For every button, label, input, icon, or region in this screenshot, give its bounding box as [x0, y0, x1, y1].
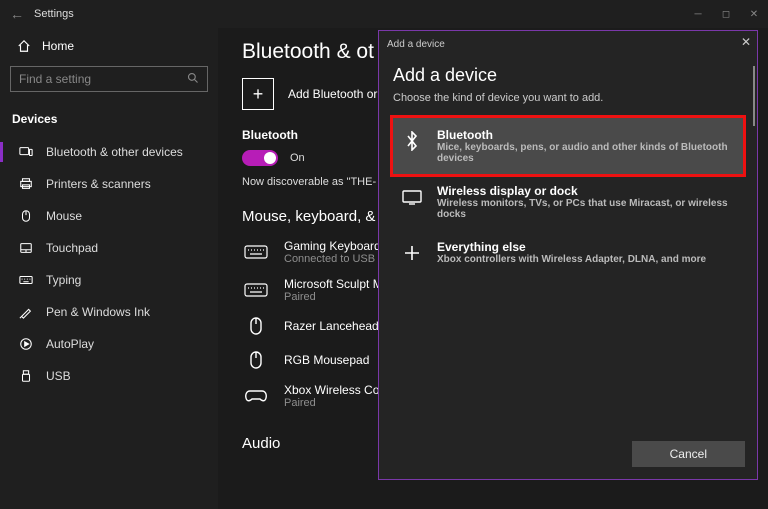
devices-icon: [18, 144, 34, 160]
gamepad-icon: [242, 385, 270, 407]
keyboard-icon: [18, 272, 34, 288]
sidebar-item-printers[interactable]: Printers & scanners: [10, 168, 208, 200]
device-name: Razer Lancehead: [284, 319, 379, 333]
sidebar-item-touchpad[interactable]: Touchpad: [10, 232, 208, 264]
dialog-caption: Add a device: [379, 31, 757, 57]
bluetooth-icon: [401, 130, 423, 152]
sidebar-item-label: Touchpad: [46, 241, 98, 255]
dialog-heading: Add a device: [393, 65, 743, 86]
mouse-icon: [242, 315, 270, 337]
keyboard-icon: [242, 241, 270, 263]
plus-icon: +: [242, 78, 274, 110]
dialog-subheading: Choose the kind of device you want to ad…: [393, 92, 743, 104]
mouse-icon: [242, 349, 270, 371]
device-status: Paired: [284, 397, 393, 409]
bluetooth-state: On: [290, 152, 305, 164]
option-everything-else[interactable]: Everything elseXbox controllers with Wir…: [393, 230, 743, 275]
sidebar-item-autoplay[interactable]: AutoPlay: [10, 328, 208, 360]
home-icon: [16, 38, 32, 54]
device-name: Xbox Wireless Contr: [284, 383, 393, 397]
printer-icon: [18, 176, 34, 192]
sidebar-item-label: USB: [46, 369, 71, 383]
add-device-label: Add Bluetooth or: [288, 87, 377, 101]
keyboard-icon: [242, 279, 270, 301]
sidebar-item-typing[interactable]: Typing: [10, 264, 208, 296]
home-link[interactable]: Home: [10, 30, 208, 62]
sidebar-group-label: Devices: [10, 108, 208, 136]
option-desc: Mice, keyboards, pens, or audio and othe…: [437, 142, 735, 164]
touchpad-icon: [18, 240, 34, 256]
home-label: Home: [42, 39, 74, 53]
sidebar-item-label: AutoPlay: [46, 337, 94, 351]
sidebar: Home Find a setting Devices Bluetooth & …: [0, 28, 218, 509]
device-name: RGB Mousepad: [284, 353, 369, 367]
back-icon[interactable]: ←: [6, 6, 28, 22]
search-placeholder: Find a setting: [19, 72, 91, 86]
dialog-close-button[interactable]: ✕: [741, 35, 751, 49]
cancel-button[interactable]: Cancel: [632, 441, 745, 467]
titlebar: ← Settings: [0, 0, 768, 28]
sidebar-item-label: Pen & Windows Ink: [46, 305, 150, 319]
sidebar-item-label: Printers & scanners: [46, 177, 151, 191]
mouse-icon: [18, 208, 34, 224]
minimize-button[interactable]: ─: [684, 0, 712, 28]
option-wireless-display[interactable]: Wireless display or dockWireless monitor…: [393, 174, 743, 230]
sidebar-item-bluetooth[interactable]: Bluetooth & other devices: [10, 136, 208, 168]
sidebar-item-label: Bluetooth & other devices: [46, 145, 183, 159]
add-device-dialog: Add a device ✕ Add a device Choose the k…: [378, 30, 758, 480]
sidebar-item-usb[interactable]: USB: [10, 360, 208, 392]
option-title: Everything else: [437, 240, 706, 254]
search-input[interactable]: Find a setting: [10, 66, 208, 92]
device-status: Paired: [284, 291, 389, 303]
option-desc: Xbox controllers with Wireless Adapter, …: [437, 254, 706, 265]
option-title: Bluetooth: [437, 128, 735, 142]
window-title: Settings: [34, 8, 74, 20]
sidebar-item-label: Typing: [46, 273, 81, 287]
maximize-button[interactable]: ◻: [712, 0, 740, 28]
device-name: Microsoft Sculpt Mo: [284, 277, 389, 291]
usb-icon: [18, 368, 34, 384]
plus-icon: [401, 242, 423, 264]
autoplay-icon: [18, 336, 34, 352]
option-bluetooth[interactable]: BluetoothMice, keyboards, pens, or audio…: [393, 118, 743, 174]
search-icon: [187, 72, 199, 87]
sidebar-item-mouse[interactable]: Mouse: [10, 200, 208, 232]
option-title: Wireless display or dock: [437, 184, 735, 198]
window-controls: ─ ◻ ✕: [684, 0, 768, 28]
sidebar-item-label: Mouse: [46, 209, 82, 223]
dialog-scrollbar[interactable]: [753, 66, 755, 126]
option-desc: Wireless monitors, TVs, or PCs that use …: [437, 198, 735, 220]
sidebar-item-pen[interactable]: Pen & Windows Ink: [10, 296, 208, 328]
display-icon: [401, 186, 423, 208]
toggle-switch-icon: [242, 150, 278, 166]
close-button[interactable]: ✕: [740, 0, 768, 28]
pen-icon: [18, 304, 34, 320]
